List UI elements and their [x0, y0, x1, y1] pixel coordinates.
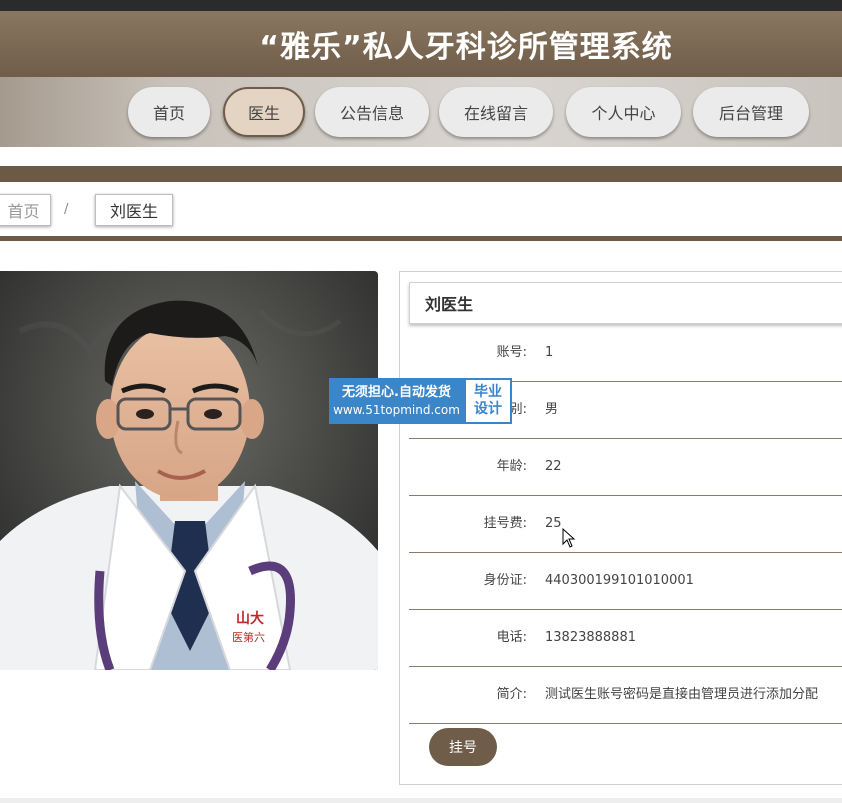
field-label: 账号:	[496, 345, 527, 360]
field-label: 年龄:	[496, 459, 527, 474]
watermark-right1: 毕业	[474, 384, 502, 400]
nav-messages[interactable]: 在线留言	[439, 87, 553, 137]
field-value: 440300199101010001	[545, 573, 694, 588]
field-row-phone: 电话: 13823888881	[409, 609, 842, 667]
watermark-right: 毕业 设计	[464, 378, 512, 424]
main-nav: 首页 医生 公告信息 在线留言 个人中心 后台管理	[0, 77, 842, 147]
field-row-age: 年龄: 22	[409, 438, 842, 496]
field-label: 简介:	[496, 687, 527, 702]
bottom-edge	[0, 798, 842, 803]
site-title: “雅乐”私人牙科诊所管理系统	[259, 30, 673, 65]
field-value: 13823888881	[545, 630, 636, 645]
coat-text-line1: 山大	[236, 610, 264, 627]
field-value: 22	[545, 459, 562, 474]
doctor-detail-panel: 刘医生 账号: 1 性别: 男 年龄: 22 挂号费: 25 身份证: 4403…	[399, 271, 842, 785]
breadcrumb-separator: /	[64, 202, 69, 217]
field-label: 身份证:	[483, 573, 527, 588]
top-edge	[0, 0, 842, 11]
divider-line	[0, 236, 842, 241]
nav-personal-center[interactable]: 个人中心	[566, 87, 681, 137]
breadcrumb: 首页 / 刘医生	[0, 182, 842, 238]
field-row-id-card: 身份证: 440300199101010001	[409, 552, 842, 610]
doctor-photo: 山大 医第六	[0, 271, 378, 670]
watermark-line2: www.51topmind.com	[333, 403, 460, 417]
field-label: 挂号费:	[483, 516, 527, 531]
field-value: 1	[545, 345, 554, 360]
field-value: 男	[545, 402, 559, 417]
field-value: 25	[545, 516, 562, 531]
watermark-badge: 无须担心.自动发货 www.51topmind.com 毕业 设计	[329, 378, 512, 424]
nav-announcements[interactable]: 公告信息	[315, 87, 429, 137]
watermark-right2: 设计	[474, 401, 502, 417]
doctor-name-heading: 刘医生	[409, 282, 842, 324]
divider-band	[0, 166, 842, 182]
site-header: “雅乐”私人牙科诊所管理系统	[0, 11, 842, 77]
nav-admin[interactable]: 后台管理	[693, 87, 809, 137]
field-value: 测试医生账号密码是直接由管理员进行添加分配	[545, 687, 819, 702]
doctor-photo-illustration: 山大 医第六	[0, 271, 378, 670]
field-label: 电话:	[496, 630, 527, 645]
book-appointment-button[interactable]: 挂号	[429, 728, 497, 766]
breadcrumb-home[interactable]: 首页	[0, 194, 51, 226]
mouse-cursor-icon	[562, 528, 576, 548]
coat-text-line2: 医第六	[232, 630, 265, 644]
field-row-account: 账号: 1	[409, 324, 842, 382]
nav-doctor[interactable]: 医生	[223, 87, 305, 137]
watermark-left: 无须担心.自动发货 www.51topmind.com	[329, 378, 464, 424]
breadcrumb-current: 刘医生	[95, 194, 173, 226]
watermark-line1: 无须担心.自动发货	[342, 385, 451, 400]
nav-home[interactable]: 首页	[128, 87, 210, 137]
field-row-intro: 简介: 测试医生账号密码是直接由管理员进行添加分配	[409, 666, 842, 724]
field-row-fee: 挂号费: 25	[409, 495, 842, 553]
